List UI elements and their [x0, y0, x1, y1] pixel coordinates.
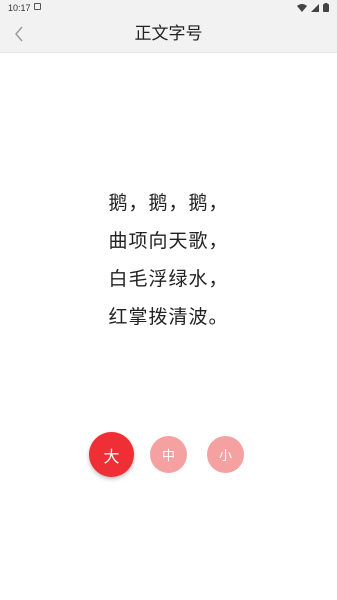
header: 正文字号 — [0, 16, 337, 53]
font-size-medium-button[interactable]: 中 — [150, 436, 187, 473]
status-bar: 10:17 — [0, 0, 337, 16]
font-size-selector: 大 中 小 — [0, 432, 337, 478]
poem-line: 白毛浮绿水， — [108, 268, 229, 290]
battery-icon — [323, 3, 329, 12]
status-time: 10:17 — [8, 3, 31, 13]
poem-line: 曲项向天歌， — [108, 230, 229, 252]
signal-icon — [311, 3, 319, 12]
wifi-icon — [297, 3, 307, 12]
poem-line: 红掌拨清波。 — [108, 306, 229, 328]
poem-line: 鹅，鹅，鹅， — [108, 192, 229, 214]
font-size-small-button[interactable]: 小 — [207, 436, 244, 473]
status-icons — [297, 3, 329, 12]
preview-poem: 鹅，鹅，鹅， 曲项向天歌， 白毛浮绿水， 红掌拨清波。 — [0, 184, 337, 336]
page-title: 正文字号 — [134, 24, 203, 44]
font-size-large-button[interactable]: 大 — [89, 432, 134, 477]
notification-icon — [34, 3, 41, 10]
